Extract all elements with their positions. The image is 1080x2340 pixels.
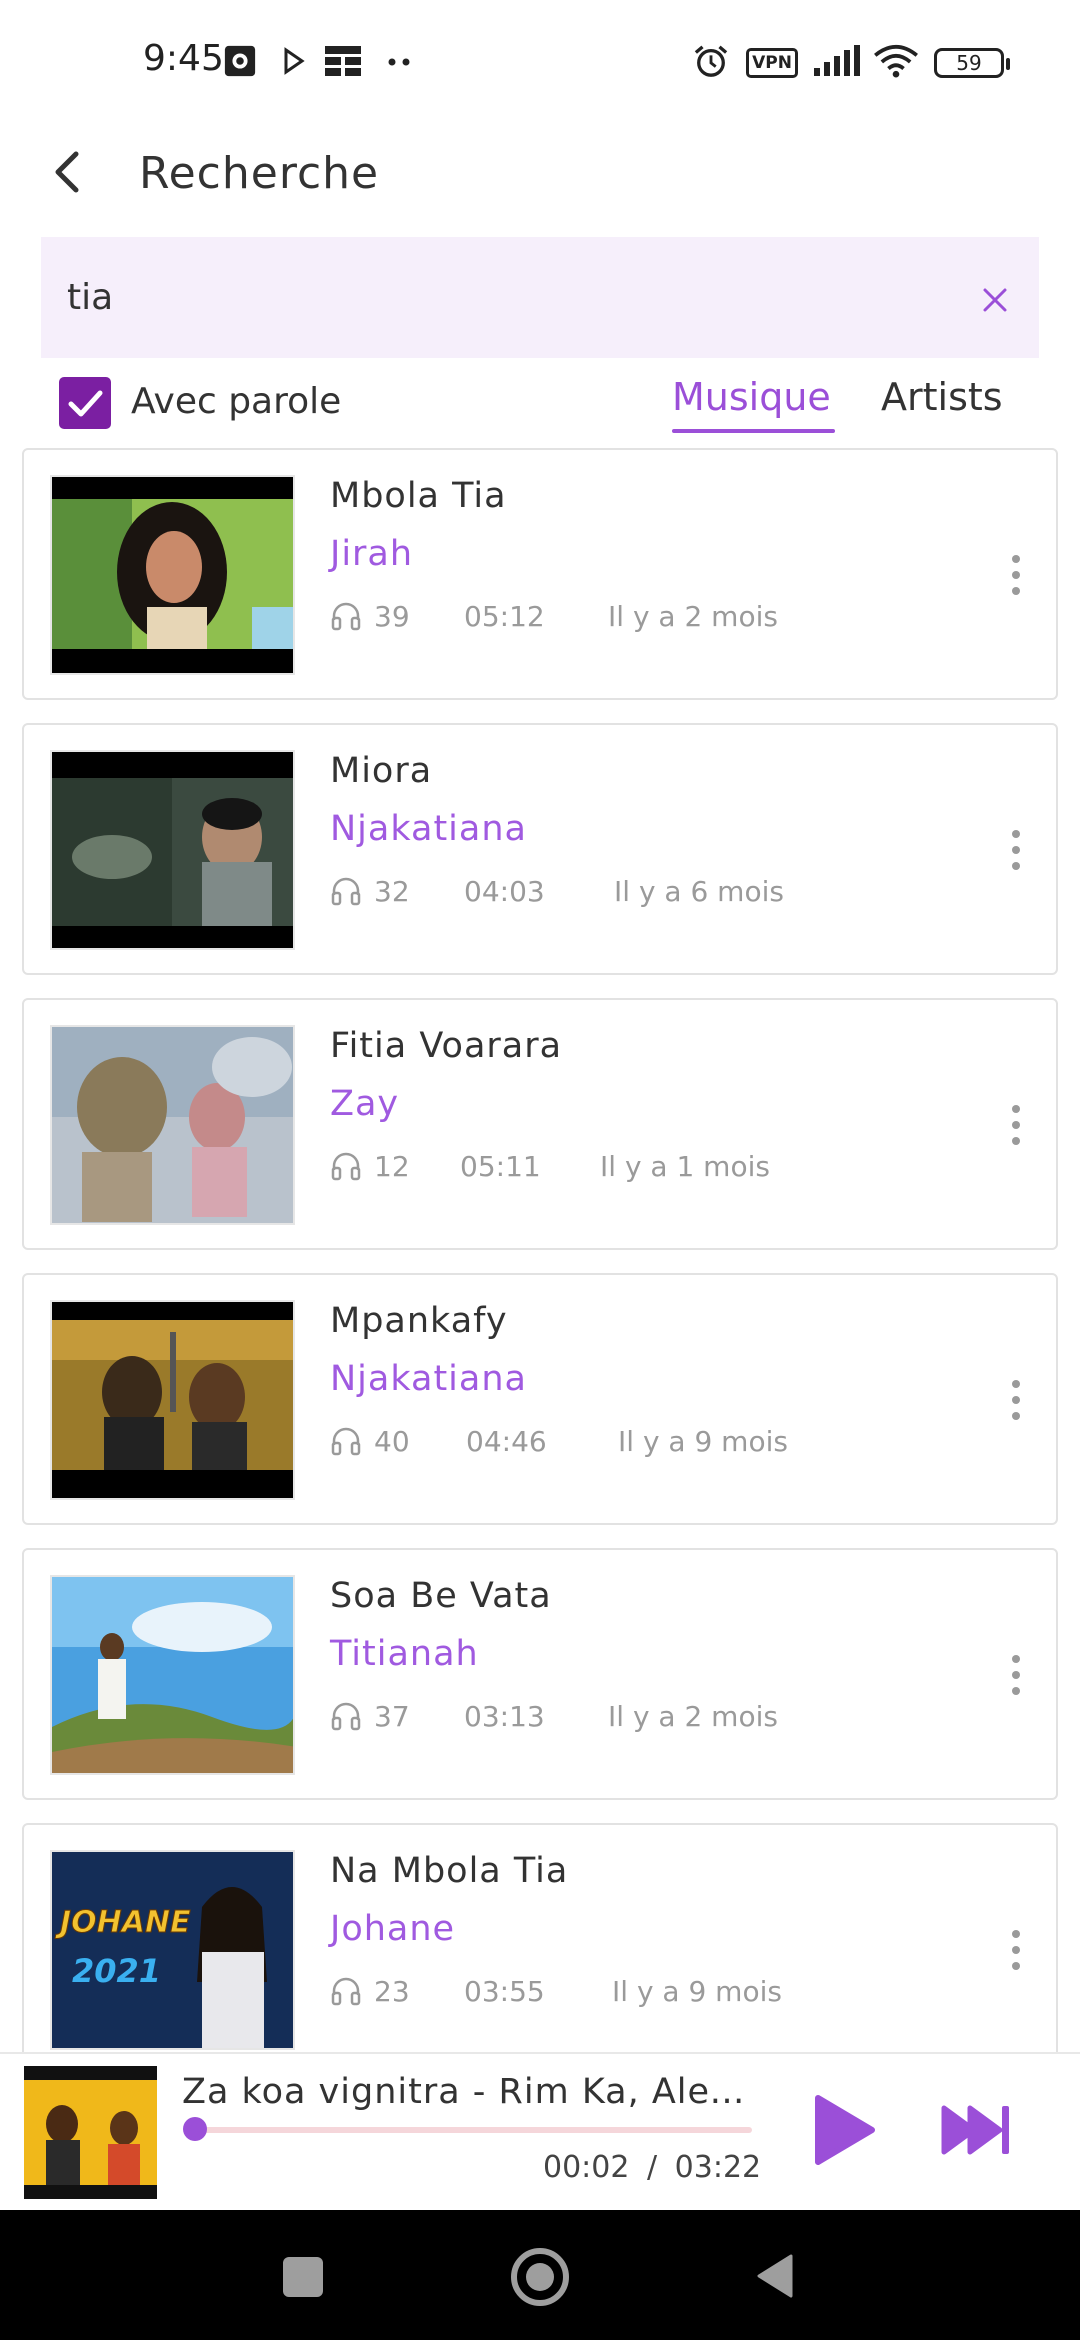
player-current-time: 00:02 [543, 2150, 630, 2185]
checkmark-icon [68, 390, 103, 417]
player-thumbnail [24, 2066, 157, 2199]
play-count: 40 [374, 1425, 410, 1458]
song-item[interactable]: JOHANE 2021 Na Mbola Tia Johane 23 03:55… [22, 1823, 1058, 2075]
song-artist[interactable]: Jirah [330, 534, 413, 574]
alarm-icon [694, 45, 728, 77]
song-age: Il y a 2 mois [608, 1700, 778, 1733]
song-duration: 03:13 [464, 1700, 545, 1733]
headphones-icon [331, 1977, 361, 2006]
more-options-icon[interactable] [1009, 1655, 1023, 1697]
song-artist[interactable]: Johane [330, 1909, 455, 1949]
status-bar: 9:45 VPN 59 [0, 0, 1080, 120]
song-duration: 04:46 [466, 1425, 547, 1458]
more-notifications-icon [388, 58, 410, 66]
song-thumbnail [50, 1300, 295, 1500]
thumbnail-text-2: 2021 [72, 1952, 161, 1990]
more-options-icon[interactable] [1009, 1380, 1023, 1422]
song-title: Mbola Tia [330, 476, 507, 516]
song-artist[interactable]: Njakatiana [330, 809, 527, 849]
battery-icon: 59 [934, 48, 1010, 78]
headphones-icon [331, 877, 361, 906]
signal-icon [814, 45, 860, 76]
player-total-time: 03:22 [674, 2150, 762, 2185]
active-tab-indicator [672, 429, 835, 433]
song-title: Na Mbola Tia [330, 1851, 569, 1891]
more-options-icon[interactable] [1009, 1105, 1023, 1147]
vpn-icon: VPN [746, 48, 798, 78]
skip-next-icon[interactable] [940, 2102, 1012, 2158]
song-age: Il y a 6 mois [614, 875, 784, 908]
song-title: Mpankafy [330, 1301, 508, 1341]
player-progress-bar[interactable] [189, 2127, 752, 2133]
recents-button[interactable] [283, 2257, 323, 2297]
song-age: Il y a 9 mois [612, 1975, 782, 2008]
play-count: 39 [374, 600, 410, 633]
song-artist[interactable]: Njakatiana [330, 1359, 527, 1399]
song-thumbnail [50, 1025, 295, 1225]
more-options-icon[interactable] [1009, 555, 1023, 597]
more-options-icon[interactable] [1009, 830, 1023, 872]
thumbnail-text-1: JOHANE [55, 1905, 191, 1940]
song-age: Il y a 1 mois [600, 1150, 770, 1183]
play-count: 37 [374, 1700, 410, 1733]
song-duration: 03:55 [464, 1975, 545, 2008]
wifi-icon [874, 44, 918, 78]
headphones-icon [331, 1427, 361, 1456]
lyrics-checkbox[interactable] [59, 377, 111, 429]
clear-search-icon[interactable] [975, 280, 1015, 320]
headphones-icon [331, 1702, 361, 1731]
filter-row: Avec parole Musique Artists [0, 365, 1080, 445]
status-time: 9:45 [143, 38, 224, 79]
song-thumbnail [50, 750, 295, 950]
page-title: Recherche [139, 148, 380, 199]
player-time-separator: / [647, 2150, 658, 2185]
system-back-button[interactable] [755, 2252, 795, 2300]
song-title: Miora [330, 751, 433, 791]
back-button[interactable] [40, 142, 100, 202]
app-header: Recherche [0, 120, 1080, 230]
song-item[interactable]: Fitia Voarara Zay 12 05:11 Il y a 1 mois [22, 998, 1058, 1250]
play-store-icon [284, 47, 305, 75]
system-nav-bar [0, 2210, 1080, 2340]
screenshot-icon [224, 45, 256, 77]
player-progress-handle[interactable] [182, 2117, 207, 2141]
song-item[interactable]: Miora Njakatiana 32 04:03 Il y a 6 mois [22, 723, 1058, 975]
song-thumbnail [50, 475, 295, 675]
song-duration: 04:03 [464, 875, 545, 908]
song-title: Fitia Voarara [330, 1026, 563, 1066]
song-age: Il y a 2 mois [608, 600, 778, 633]
mini-player[interactable]: Za koa vignitra - Rim Ka, Alex ... 00:02… [0, 2052, 1080, 2210]
search-box [41, 237, 1039, 358]
home-button[interactable] [511, 2248, 569, 2306]
tab-musique[interactable]: Musique [672, 375, 831, 419]
song-item[interactable]: Mpankafy Njakatiana 40 04:46 Il y a 9 mo… [22, 1273, 1058, 1525]
more-options-icon[interactable] [1009, 1930, 1023, 1972]
lyrics-checkbox-label: Avec parole [131, 381, 342, 422]
play-icon[interactable] [810, 2092, 878, 2168]
play-count: 23 [374, 1975, 410, 2008]
song-duration: 05:11 [460, 1150, 541, 1183]
song-title: Soa Be Vata [330, 1576, 552, 1616]
song-thumbnail: JOHANE 2021 [50, 1850, 295, 2050]
song-age: Il y a 9 mois [618, 1425, 788, 1458]
player-track-title: Za koa vignitra - Rim Ka, Alex ... [182, 2072, 762, 2112]
headphones-icon [331, 1152, 361, 1181]
play-count: 32 [374, 875, 410, 908]
play-count: 12 [374, 1150, 410, 1183]
search-input[interactable] [67, 267, 947, 327]
song-item[interactable]: Mbola Tia Jirah 39 05:12 Il y a 2 mois [22, 448, 1058, 700]
headphones-icon [331, 602, 361, 631]
song-artist[interactable]: Zay [330, 1084, 399, 1124]
song-artist[interactable]: Titianah [330, 1634, 479, 1674]
tab-artists[interactable]: Artists [881, 375, 1003, 419]
grid-app-icon [325, 46, 361, 76]
song-duration: 05:12 [464, 600, 545, 633]
player-time: 00:02 / 03:22 [543, 2150, 761, 2185]
song-item[interactable]: Soa Be Vata Titianah 37 03:13 Il y a 2 m… [22, 1548, 1058, 1800]
song-thumbnail [50, 1575, 295, 1775]
